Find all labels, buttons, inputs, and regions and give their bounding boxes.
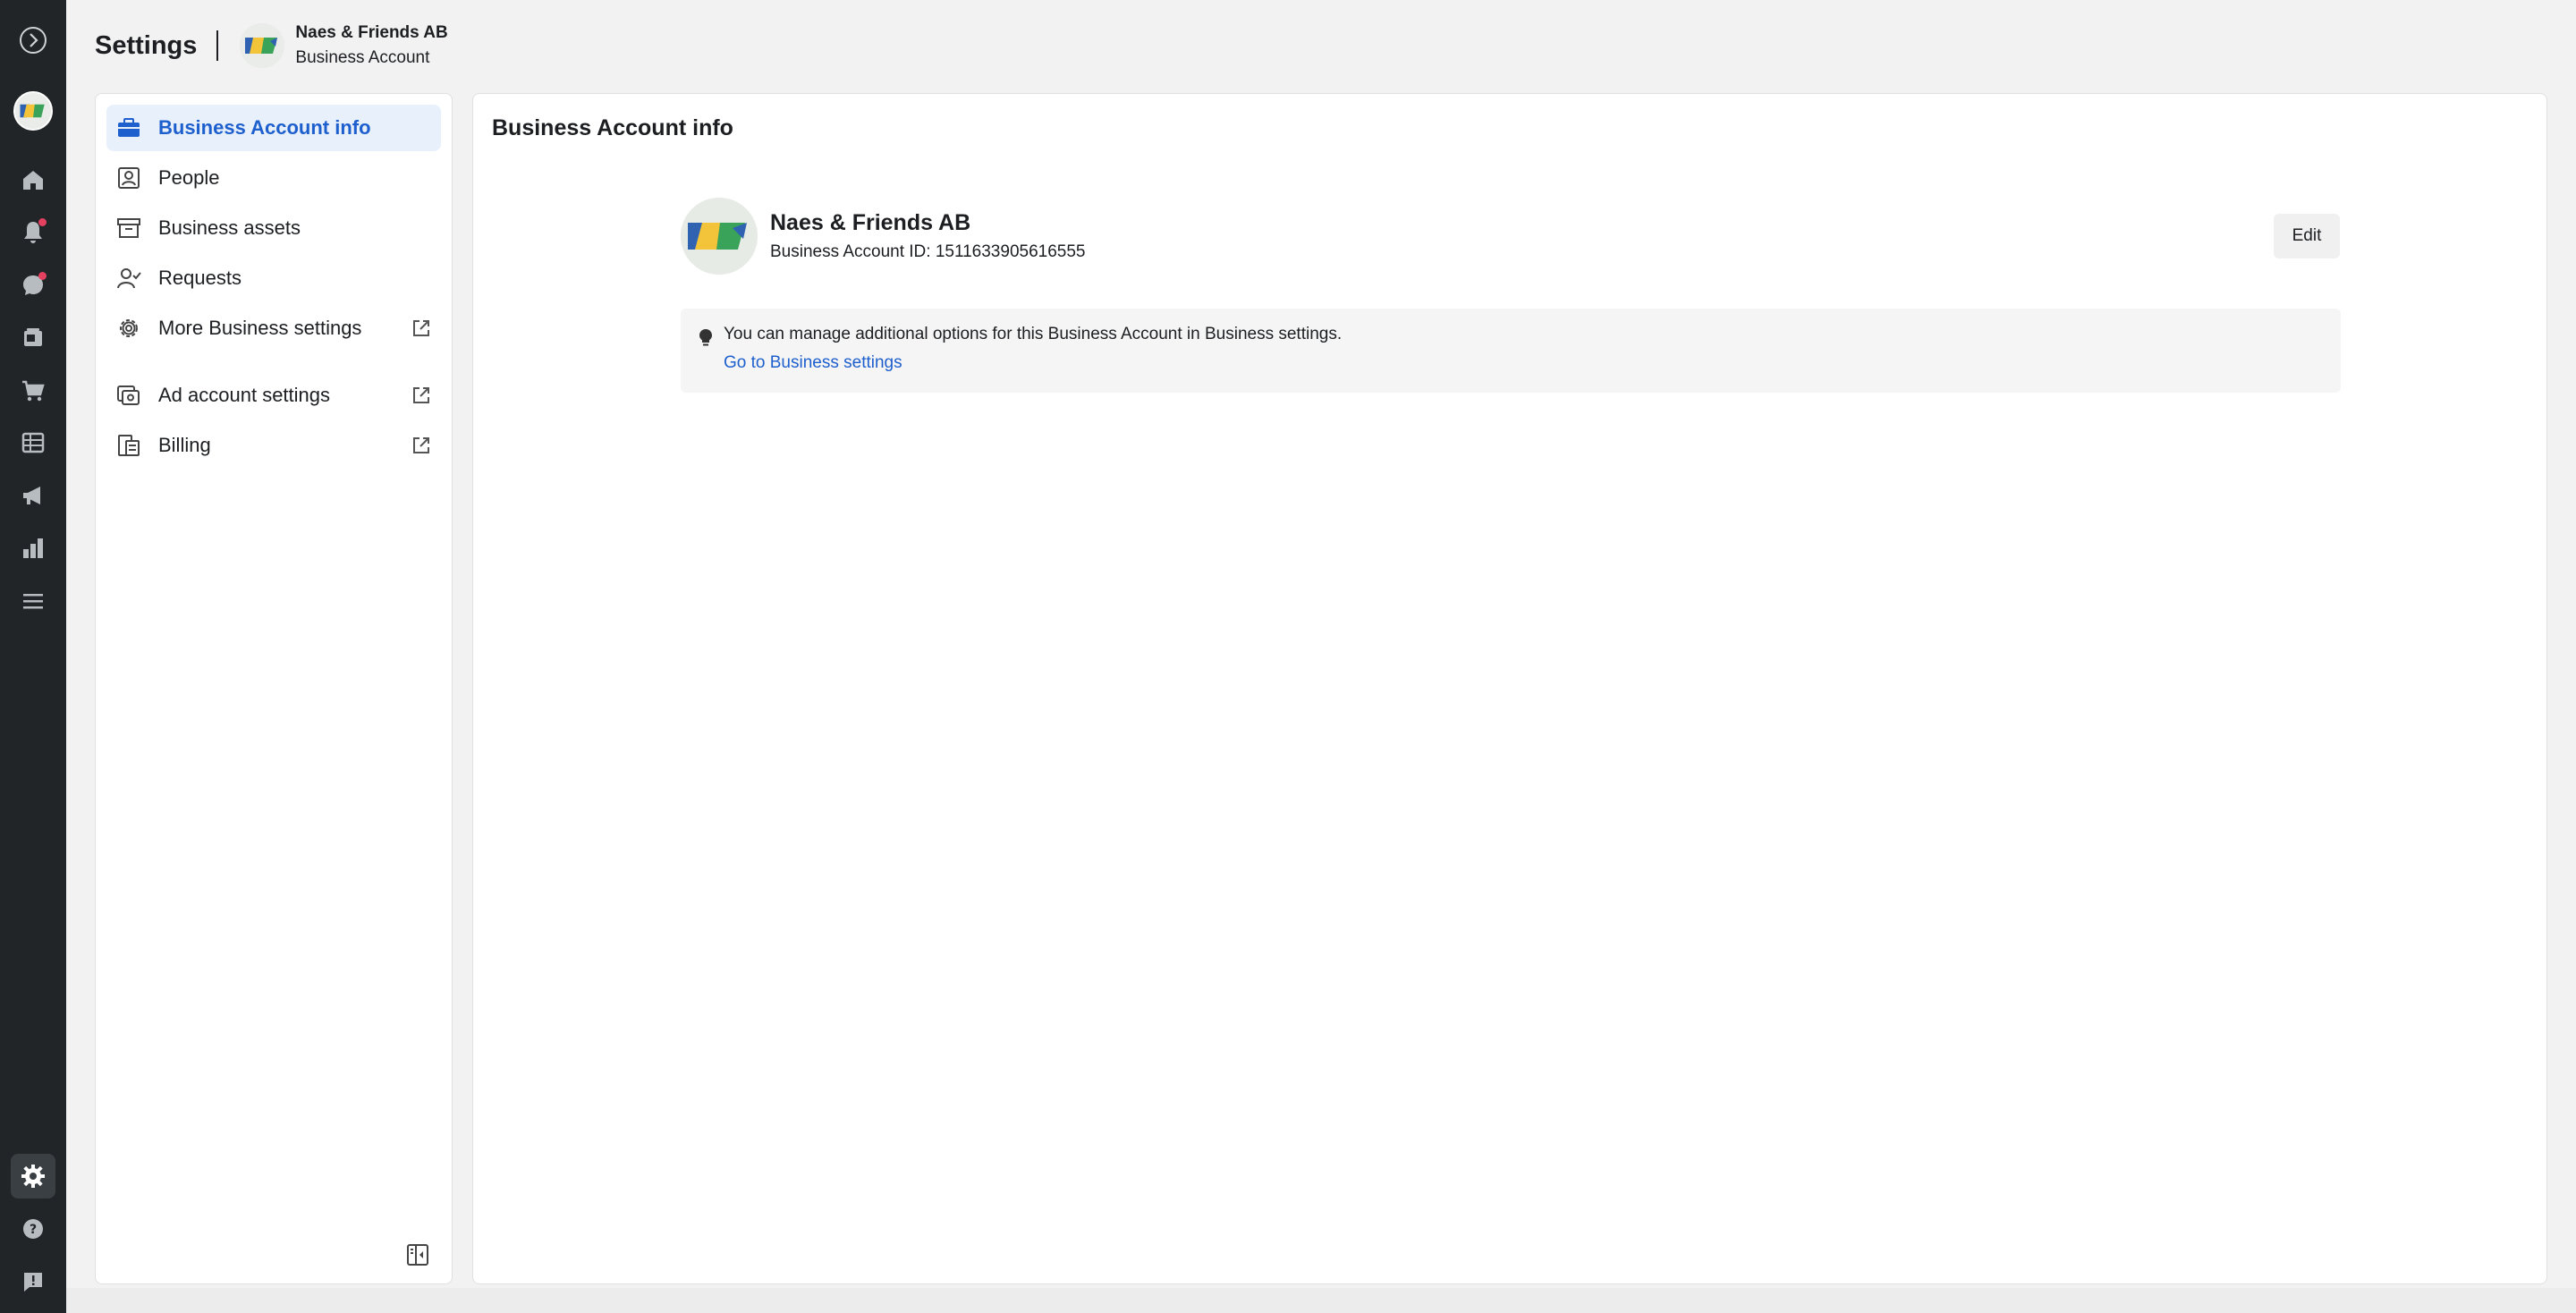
info-text: You can manage additional options for th… — [724, 325, 1343, 343]
external-link-icon — [413, 437, 429, 453]
meta-logo-icon[interactable] — [11, 18, 55, 63]
nav-label: Requests — [158, 267, 242, 289]
notifications-icon[interactable] — [11, 209, 55, 254]
nav-item-business-assets[interactable]: Business assets — [106, 205, 441, 251]
menu-icon[interactable] — [11, 579, 55, 623]
help-icon[interactable]: ? — [11, 1207, 55, 1251]
report-icon[interactable] — [11, 1259, 55, 1304]
collapse-sidebar-icon[interactable] — [405, 1242, 430, 1267]
go-to-business-settings-link[interactable]: Go to Business settings — [724, 353, 902, 373]
svg-text:?: ? — [30, 1223, 37, 1237]
account-switcher[interactable]: Naes & Friends AB Business Account — [295, 21, 447, 71]
business-name: Naes & Friends AB — [770, 210, 971, 235]
gear-icon — [115, 315, 142, 342]
lightbulb-icon — [699, 329, 712, 346]
nav-label: People — [158, 166, 220, 189]
billing-icon — [115, 432, 142, 459]
header-divider — [216, 30, 219, 61]
nav-item-more-business-settings[interactable]: More Business settings — [106, 305, 441, 352]
notification-badge — [38, 218, 47, 226]
business-logo — [240, 23, 285, 68]
commerce-icon[interactable] — [11, 368, 55, 413]
main-content: Business Account info Naes & Friends AB … — [472, 93, 2547, 1284]
info-banner: You can manage additional options for th… — [681, 309, 2341, 393]
external-link-icon — [413, 320, 429, 336]
ad-account-icon — [115, 382, 142, 409]
nav-label: Ad account settings — [158, 384, 331, 406]
nav-label: Business assets — [158, 216, 301, 239]
person-check-icon — [115, 265, 142, 292]
settings-icon[interactable] — [11, 1154, 55, 1199]
page-title: Settings — [95, 30, 198, 60]
table-icon[interactable] — [11, 420, 55, 465]
home-icon[interactable] — [11, 157, 55, 202]
people-icon — [115, 165, 142, 191]
nav-item-billing[interactable]: Billing — [106, 422, 441, 469]
nav-label: More Business settings — [158, 317, 362, 339]
account-avatar[interactable] — [13, 91, 53, 131]
edit-button[interactable]: Edit — [2274, 214, 2340, 258]
settings-nav: Business Account info People Business as… — [95, 93, 453, 1284]
account-type: Business Account — [295, 48, 430, 67]
archive-icon — [115, 215, 142, 241]
page-header: Settings Naes & Friends AB Business Acco… — [95, 18, 448, 73]
business-id: Business Account ID: 1511633905616555 — [770, 242, 1086, 261]
nav-item-ad-account-settings[interactable]: Ad account settings — [106, 372, 441, 419]
inbox-icon[interactable] — [11, 263, 55, 308]
bottom-strip — [66, 1288, 2576, 1313]
external-link-icon — [413, 387, 429, 403]
nav-item-people[interactable]: People — [106, 155, 441, 201]
content-icon[interactable] — [11, 316, 55, 360]
nav-item-business-account-info[interactable]: Business Account info — [106, 105, 441, 151]
briefcase-icon — [115, 114, 142, 141]
business-avatar — [681, 198, 758, 275]
insights-icon[interactable] — [11, 526, 55, 571]
ads-icon[interactable] — [11, 473, 55, 518]
nav-label: Business Account info — [158, 116, 371, 139]
left-rail: ? — [0, 0, 66, 1313]
nav-label: Billing — [158, 434, 211, 456]
section-title: Business Account info — [492, 115, 733, 140]
inbox-badge — [38, 272, 47, 280]
nav-item-requests[interactable]: Requests — [106, 255, 441, 301]
account-name: Naes & Friends AB — [295, 23, 448, 42]
